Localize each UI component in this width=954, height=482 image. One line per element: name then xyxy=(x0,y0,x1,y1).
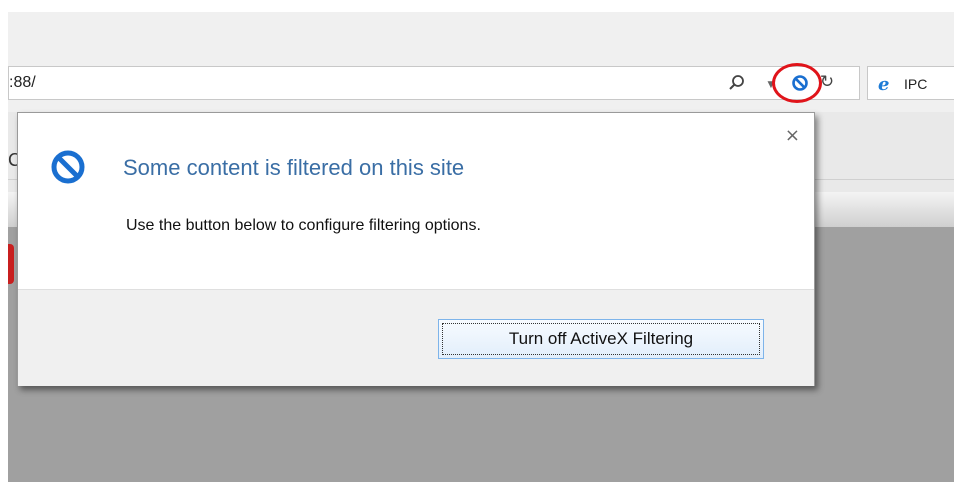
turn-off-activex-filtering-button[interactable]: Turn off ActiveX Filtering xyxy=(438,319,764,359)
browser-tab[interactable]: e IPC xyxy=(867,66,954,100)
popup-message: Use the button below to configure filter… xyxy=(126,217,481,234)
address-url[interactable]: :88/ xyxy=(9,74,36,92)
page-logo-fragment xyxy=(8,244,14,284)
search-icon[interactable] xyxy=(727,73,747,93)
blocked-content-icon xyxy=(50,149,86,185)
internet-explorer-icon: e xyxy=(878,74,890,95)
tab-title: IPC xyxy=(904,76,928,92)
top-strip xyxy=(0,0,954,12)
address-bar[interactable]: :88/ ▼ ↻ xyxy=(8,66,860,100)
content-filter-popup: × Some content is filtered on this site … xyxy=(17,112,815,386)
close-icon[interactable]: × xyxy=(785,127,800,145)
button-label: Turn off ActiveX Filtering xyxy=(442,323,760,355)
popup-title: Some content is filtered on this site xyxy=(123,155,465,180)
popup-footer: Turn off ActiveX Filtering xyxy=(18,289,814,386)
highlight-annotation-ring xyxy=(772,63,822,103)
